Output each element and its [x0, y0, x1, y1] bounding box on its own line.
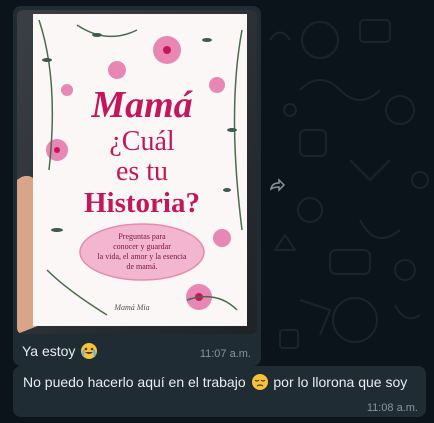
forward-icon-glyph — [269, 178, 286, 192]
book-title-line-1: Mamá — [90, 84, 193, 126]
subtitle-line-3: la vida, el amor y la esencia — [97, 252, 187, 261]
message-text-before: No puedo hacerlo aquí en el trabajo — [23, 374, 246, 390]
photo-caption: Ya estoy — [22, 343, 99, 359]
book-photo-image: Mamá ¿Cuál es tu Historia? Preguntas par… — [17, 10, 257, 334]
message-time: 11:07 a.m. — [199, 348, 251, 360]
book-brand: Mamá Mia — [113, 303, 149, 312]
book-title-line-3: es tu — [116, 156, 168, 187]
forward-icon[interactable] — [268, 175, 288, 195]
book-photo[interactable]: Mamá ¿Cuál es tu Historia? Preguntas par… — [17, 10, 257, 334]
message-time: 11:08 a.m. — [366, 402, 418, 414]
caption-text: Ya estoy — [22, 343, 76, 359]
book-title-line-2: ¿Cuál — [109, 126, 175, 157]
text-message-bubble[interactable]: No puedo hacerlo aquí en el trabajo por … — [13, 366, 426, 417]
subtitle-line-2: conocer y guardar — [113, 242, 171, 251]
subtitle-line-1: Preguntas para — [118, 232, 166, 241]
message-text-after: por lo llorona que soy — [273, 374, 408, 390]
message-text: No puedo hacerlo aquí en el trabajo por … — [23, 374, 407, 390]
pensive-face-emoji — [251, 374, 268, 390]
crying-face-emoji — [81, 343, 98, 359]
subtitle-line-4: de mamá. — [126, 262, 157, 271]
book-title-line-4: Historia? — [84, 187, 200, 219]
photo-message-bubble[interactable]: Mamá ¿Cuál es tu Historia? Preguntas par… — [13, 6, 261, 366]
